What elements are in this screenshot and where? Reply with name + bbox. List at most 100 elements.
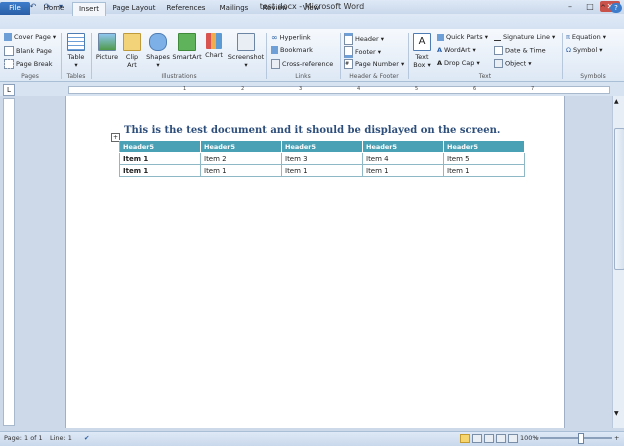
hyperlink-icon: ∞ [271,33,278,42]
ruler-number: 6 [473,86,477,92]
shapes-icon [149,33,167,51]
header-button[interactable]: Header ▾ [344,33,384,45]
group-label-illustrations: Illustrations [161,73,197,80]
table-header-cell[interactable]: Header5 [443,140,525,153]
line-status[interactable]: Line: 1 [50,434,72,442]
tab-selector-button[interactable]: L [3,84,15,96]
minimize-button[interactable]: – [560,1,580,12]
document-heading[interactable]: This is the test document and it should … [124,125,500,136]
page-count-status[interactable]: Page: 1 of 1 [4,434,43,442]
footer-button[interactable]: Footer ▾ [344,46,381,58]
text-box-button[interactable]: A Text Box ▾ [410,33,434,69]
table-icon [67,33,85,51]
table-header-cell[interactable]: Header5 [362,140,444,153]
outline-view-icon[interactable] [496,434,506,443]
maximize-button[interactable]: □ [580,1,600,12]
quick-parts-button[interactable]: Quick Parts ▾ [437,33,488,41]
table-header-row: Header5 Header5 Header5 Header5 Header5 [119,140,525,153]
zoom-in-button[interactable]: + [614,434,619,442]
blank-page-icon [4,46,14,56]
smartart-button[interactable]: SmartArt [172,33,202,61]
group-label-links: Links [295,73,311,80]
drop-cap-icon: A [437,59,443,67]
wordart-icon: A [437,46,443,54]
ruler-number: 3 [299,86,303,92]
chart-button[interactable]: Chart [203,33,225,59]
calendar-icon [494,46,503,55]
clip-art-button[interactable]: Clip Art [121,33,143,69]
table-cell[interactable]: Item 1 [443,164,525,177]
quick-parts-icon [437,33,444,41]
clip-art-icon [123,33,141,51]
picture-button[interactable]: Picture [94,33,120,61]
table-cell[interactable]: Item 1 [119,152,201,165]
minimize-ribbon-icon[interactable]: ^ [598,2,608,15]
tab-review[interactable]: Review [258,2,292,15]
table-cell[interactable]: Item 2 [200,152,282,165]
chart-icon [206,33,222,49]
drop-cap-button[interactable]: A Drop Cap ▾ [437,59,480,67]
object-button[interactable]: Object ▾ [494,59,532,68]
group-label-header-footer: Header & Footer [349,73,399,80]
document-table[interactable]: Header5 Header5 Header5 Header5 Header5 … [119,140,525,177]
pi-icon: π [566,33,570,41]
table-cell[interactable]: Item 1 [200,164,282,177]
shapes-button[interactable]: Shapes ▾ [144,33,172,69]
tab-mailings[interactable]: Mailings [214,2,254,15]
ruler-number: 5 [415,86,419,92]
bookmark-button[interactable]: Bookmark [271,46,313,54]
ruler-scale[interactable] [68,86,610,94]
group-label-symbols: Symbols [580,73,606,80]
table-button[interactable]: Table ▾ [64,33,88,69]
ruler-number: 7 [531,86,535,92]
zoom-slider[interactable] [540,437,612,439]
cross-reference-button[interactable]: Cross-reference [271,59,333,69]
vertical-ruler [3,98,15,426]
cover-page-button[interactable]: Cover Page ▾ [4,33,56,41]
scrollbar-thumb[interactable] [614,128,624,270]
header-icon [344,33,353,45]
table-cell[interactable]: Item 4 [362,152,444,165]
print-layout-view-icon[interactable] [460,434,470,443]
tab-insert[interactable]: Insert [72,2,106,16]
table-cell[interactable]: Item 1 [362,164,444,177]
table-cell[interactable]: Item 5 [443,152,525,165]
zoom-slider-thumb[interactable] [578,433,584,444]
blank-page-button[interactable]: Blank Page [4,46,52,56]
draft-view-icon[interactable] [508,434,518,443]
tab-home[interactable]: Home [38,2,70,15]
screenshot-icon [237,33,255,51]
cross-reference-icon [271,59,280,69]
tab-file[interactable]: File [0,2,30,15]
ruler-number: 4 [357,86,361,92]
equation-button[interactable]: π Equation ▾ [566,33,606,41]
page-number-button[interactable]: # Page Number ▾ [344,59,404,69]
symbol-button[interactable]: Ω Symbol ▾ [566,46,603,54]
tab-references[interactable]: References [164,2,208,15]
tab-page-layout[interactable]: Page Layout [108,2,160,15]
table-cell[interactable]: Item 1 [281,164,363,177]
date-time-button[interactable]: Date & Time [494,46,546,55]
web-layout-view-icon[interactable] [484,434,494,443]
zoom-out-button[interactable]: − [534,434,539,442]
signature-line-button[interactable]: Signature Line ▾ [494,33,555,41]
table-header-cell[interactable]: Header5 [200,140,282,153]
scroll-down-icon[interactable]: ▼ [614,410,619,417]
scroll-up-icon[interactable]: ▲ [614,98,619,105]
table-header-cell[interactable]: Header5 [281,140,363,153]
ruler-number: 1 [183,86,187,92]
page-break-icon [4,59,14,69]
wordart-button[interactable]: A WordArt ▾ [437,46,476,54]
help-icon[interactable]: ? [610,3,622,13]
signature-line-icon [494,33,501,41]
tab-view[interactable]: View [296,2,326,15]
screenshot-button[interactable]: Screenshot ▾ [227,33,265,69]
table-cell[interactable]: Item 3 [281,152,363,165]
proofing-icon[interactable]: ✔ [84,434,89,442]
group-label-pages: Pages [21,73,39,80]
table-header-cell[interactable]: Header5 [119,140,201,153]
page-break-button[interactable]: Page Break [4,59,53,69]
full-screen-view-icon[interactable] [472,434,482,443]
table-cell[interactable]: Item 1 [119,164,201,177]
hyperlink-button[interactable]: ∞ Hyperlink [271,33,311,42]
